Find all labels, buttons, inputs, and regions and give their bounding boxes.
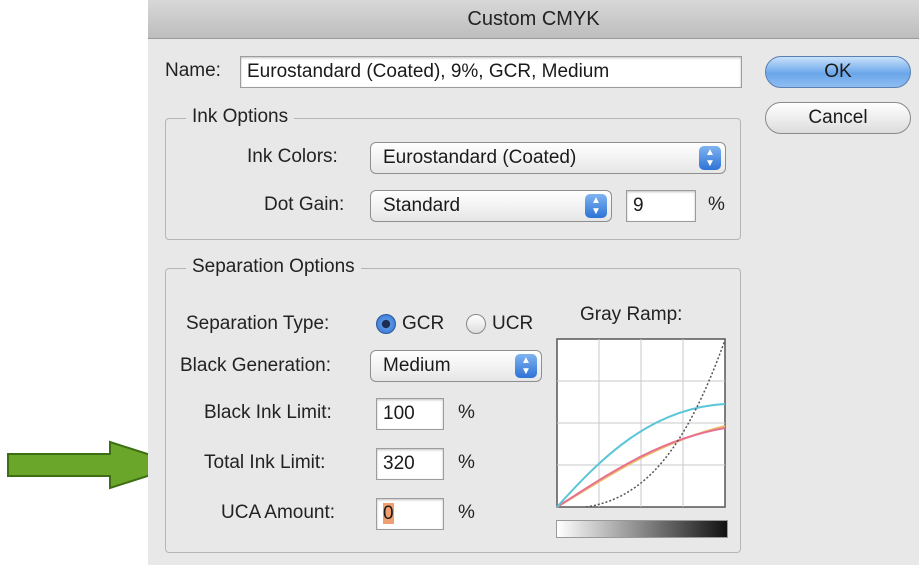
dot-gain-value: Standard xyxy=(383,195,461,216)
dot-gain-label: Dot Gain: xyxy=(264,194,345,215)
ink-colors-value: Eurostandard (Coated) xyxy=(383,147,577,168)
uca-amount-label: UCA Amount: xyxy=(221,502,336,523)
separation-options-legend: Separation Options xyxy=(186,256,361,278)
ucr-label: UCR xyxy=(492,313,534,334)
popup-arrows-icon: ▲ ▼ xyxy=(515,354,537,378)
uca-amount-percent: % xyxy=(458,502,475,523)
black-ink-limit-percent: % xyxy=(458,402,475,423)
total-ink-limit-field[interactable]: 320 xyxy=(376,448,444,480)
gcr-label: GCR xyxy=(402,313,445,334)
dot-gain-percent: % xyxy=(708,194,725,215)
uca-amount-field[interactable]: 0 xyxy=(376,498,444,530)
popup-arrows-icon: ▲ ▼ xyxy=(699,146,721,170)
black-generation-popup[interactable]: Medium ▲ ▼ xyxy=(370,350,542,382)
gray-ramp-gradient-bar xyxy=(556,520,728,538)
black-generation-value: Medium xyxy=(383,355,451,376)
cancel-button[interactable]: Cancel xyxy=(765,102,911,134)
separation-type-label: Separation Type: xyxy=(186,313,330,334)
ok-button[interactable]: OK xyxy=(765,56,911,88)
dot-gain-popup[interactable]: Standard ▲ ▼ xyxy=(370,190,612,222)
popup-arrows-icon: ▲ ▼ xyxy=(585,194,607,218)
ink-colors-label: Ink Colors: xyxy=(247,146,338,167)
ink-options-legend: Ink Options xyxy=(186,106,295,128)
total-ink-limit-percent: % xyxy=(458,452,475,473)
black-ink-limit-field[interactable]: 100 xyxy=(376,398,444,430)
custom-cmyk-dialog: Custom CMYK Name: Eurostandard (Coated),… xyxy=(148,0,919,565)
dialog-title: Custom CMYK xyxy=(148,0,919,39)
ink-colors-popup[interactable]: Eurostandard (Coated) ▲ ▼ xyxy=(370,142,726,174)
name-label: Name: xyxy=(165,60,221,81)
gray-ramp-graph xyxy=(556,338,726,508)
gcr-radio[interactable] xyxy=(376,314,396,334)
gray-ramp-label: Gray Ramp: xyxy=(580,304,683,325)
black-generation-label: Black Generation: xyxy=(180,355,332,376)
ucr-radio[interactable] xyxy=(466,314,486,334)
black-ink-limit-label: Black Ink Limit: xyxy=(204,402,332,423)
dot-gain-field[interactable]: 9 xyxy=(626,190,696,222)
uca-amount-value: 0 xyxy=(383,503,394,524)
total-ink-limit-label: Total Ink Limit: xyxy=(204,452,326,473)
name-field[interactable]: Eurostandard (Coated), 9%, GCR, Medium xyxy=(240,56,742,88)
